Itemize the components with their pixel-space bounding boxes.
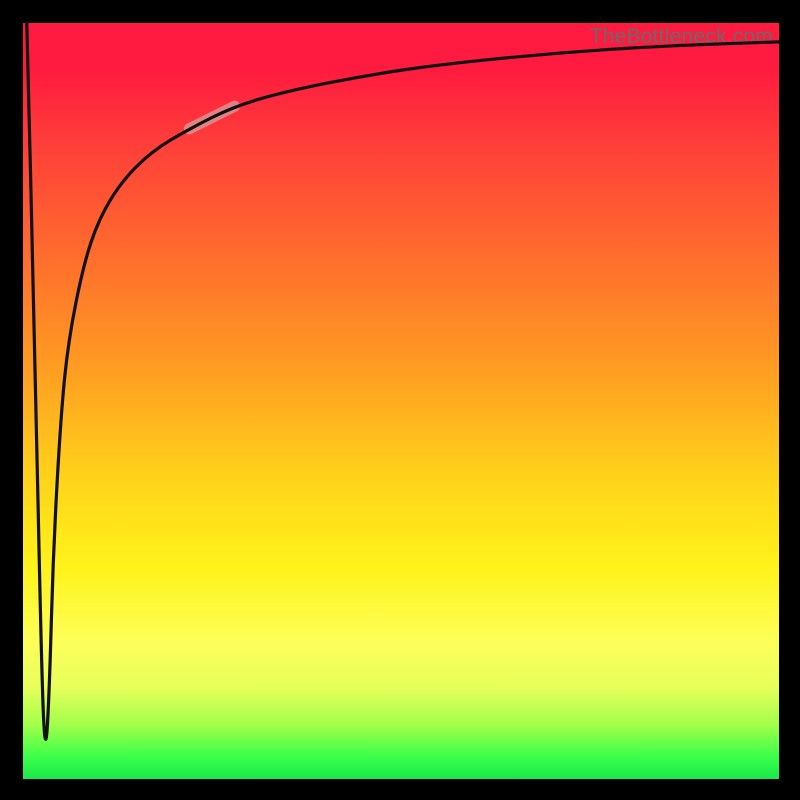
curve-layer (23, 23, 779, 779)
bottleneck-curve (27, 23, 779, 739)
chart-frame: TheBottleneck.com (0, 0, 800, 800)
plot-area: TheBottleneck.com (23, 23, 779, 779)
